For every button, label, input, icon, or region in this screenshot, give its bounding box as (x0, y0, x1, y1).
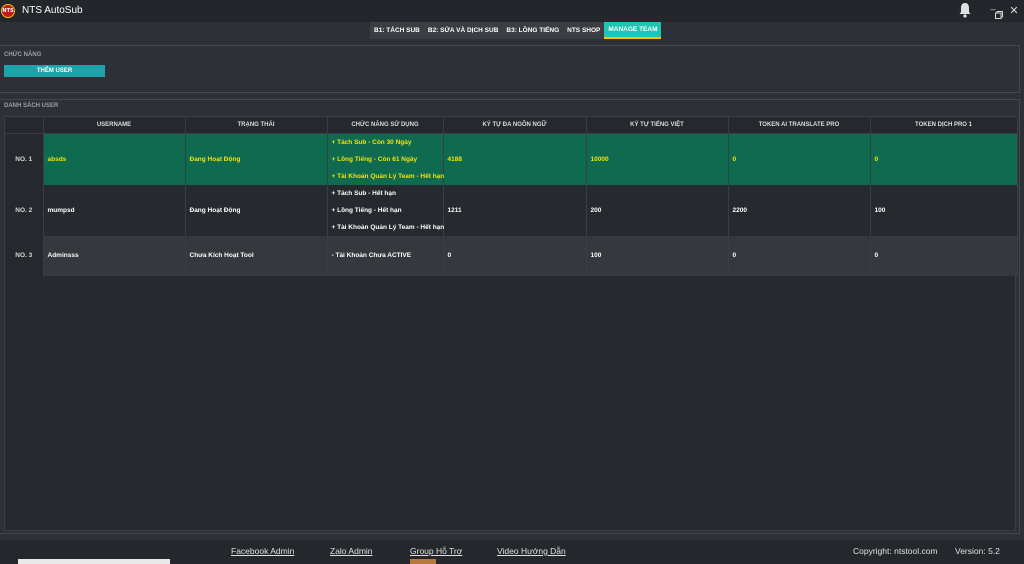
header-pro1-token[interactable]: TOKEN DỊCH PRO 1 (870, 117, 1018, 134)
user-table-container: USERNAME TRẠNG THÁI CHỨC NĂNG SỬ DỤNG KÝ… (4, 116, 1018, 531)
row-number: NO. 3 (5, 235, 44, 276)
facebook-admin-link[interactable]: Facebook Admin (231, 546, 294, 556)
bell-icon[interactable] (957, 2, 973, 18)
status-cell[interactable]: Chưa Kích Hoạt Tool (185, 235, 328, 276)
table-row[interactable]: NO. 1 absds Đang Hoạt Động + Tách Sub - … (5, 133, 1018, 185)
app-window: NTS NTS AutoSub – ✕ B1: TÁCH SUB B2: SỬA… (0, 0, 1024, 564)
tab-nts-shop[interactable]: NTS SHOP (563, 22, 604, 39)
header-vietnamese-chars[interactable]: KÝ TỰ TIẾNG VIỆT (586, 117, 729, 134)
tab-bar: B1: TÁCH SUB B2: SỬA VÀ DỊCH SUB B3: LỒN… (370, 22, 662, 39)
username-cell[interactable]: Adminsss (43, 235, 186, 276)
status-cell[interactable]: Đang Hoạt Động (185, 184, 328, 236)
tab-long-tieng[interactable]: B3: LỒNG TIẾNG (502, 22, 563, 39)
vietnamese-chars-cell[interactable]: 100 (586, 235, 729, 276)
multilang-chars-cell[interactable]: 4188 (443, 133, 587, 185)
header-features[interactable]: CHỨC NĂNG SỬ DỤNG (327, 117, 444, 134)
feature-line: + Lồng Tiếng - Còn 61 Ngày (331, 155, 418, 163)
features-cell[interactable]: + Tách Sub - Còn 30 Ngày + Lồng Tiếng - … (327, 133, 445, 185)
pro1-token-cell[interactable]: 0 (870, 133, 1018, 185)
version-text: Version: 5.2 (955, 546, 1000, 556)
zalo-admin-link[interactable]: Zalo Admin (330, 546, 373, 556)
header-status[interactable]: TRẠNG THÁI (185, 117, 328, 134)
close-icon[interactable]: ✕ (1009, 4, 1019, 20)
pro1-token-cell[interactable]: 100 (870, 184, 1018, 236)
feature-line: + Tài Khoản Quản Lý Team - Hết hạn (331, 223, 445, 231)
table-row[interactable]: NO. 2 mumpsd Đang Hoạt Động + Tách Sub -… (5, 184, 1018, 236)
app-logo: NTS (1, 4, 15, 18)
app-title: NTS AutoSub (22, 5, 83, 16)
footer-preview-strip (410, 559, 436, 564)
status-cell[interactable]: Đang Hoạt Động (185, 133, 328, 185)
header-username[interactable]: USERNAME (43, 117, 186, 134)
tab-sua-dich-sub[interactable]: B2: SỬA VÀ DỊCH SUB (424, 22, 503, 39)
table-header-row: USERNAME TRẠNG THÁI CHỨC NĂNG SỬ DỤNG KÝ… (5, 117, 1018, 134)
add-user-button[interactable]: THÊM USER (4, 65, 105, 77)
user-list-section-label: DANH SÁCH USER (4, 103, 59, 109)
header-row-number (5, 117, 44, 134)
ai-token-cell[interactable]: 0 (728, 235, 871, 276)
feature-line: - Tài Khoản Chưa ACTIVE (331, 252, 412, 259)
pro1-token-cell[interactable]: 0 (870, 235, 1018, 276)
multilang-chars-cell[interactable]: 0 (443, 235, 587, 276)
username-cell[interactable]: mumpsd (43, 184, 186, 236)
features-cell[interactable]: + Tách Sub - Hết hạn + Lồng Tiếng - Hết … (327, 184, 445, 236)
username-cell[interactable]: absds (43, 133, 186, 185)
functions-panel (0, 45, 1020, 93)
header-ai-translate-token[interactable]: TOKEN AI TRANSLATE PRO (728, 117, 871, 134)
vietnamese-chars-cell[interactable]: 200 (586, 184, 729, 236)
multilang-chars-cell[interactable]: 1211 (443, 184, 587, 236)
table-row[interactable]: NO. 3 Adminsss Chưa Kích Hoạt Tool - Tài… (5, 235, 1018, 276)
vietnamese-chars-cell[interactable]: 10000 (586, 133, 729, 185)
feature-line: + Tài Khoản Quản Lý Team - Hết hạn (331, 172, 445, 180)
ai-token-cell[interactable]: 0 (728, 133, 871, 185)
functions-section-label: CHỨC NĂNG (4, 52, 42, 58)
title-bar: NTS NTS AutoSub – ✕ (0, 0, 1024, 22)
row-number: NO. 1 (5, 133, 44, 185)
feature-line: + Lồng Tiếng - Hết hạn (331, 206, 402, 214)
row-number: NO. 2 (5, 184, 44, 236)
tutorial-video-link[interactable]: Video Hướng Dẫn (497, 546, 566, 556)
tab-manage-team[interactable]: MANAGE TEAM (604, 22, 662, 39)
tab-tach-sub[interactable]: B1: TÁCH SUB (370, 22, 424, 39)
maximize-icon[interactable] (994, 6, 1004, 22)
header-multilang-chars[interactable]: KÝ TỰ ĐA NGÔN NGỮ (443, 117, 587, 134)
copyright-text: Copyright: ntstool.com (853, 546, 938, 556)
feature-line: + Tách Sub - Còn 30 Ngày (331, 138, 412, 146)
features-cell[interactable]: - Tài Khoản Chưa ACTIVE (327, 235, 444, 276)
support-group-link[interactable]: Group Hỗ Trợ (410, 546, 462, 556)
ai-token-cell[interactable]: 2200 (728, 184, 871, 236)
feature-line: + Tách Sub - Hết hạn (331, 189, 396, 197)
footer-preview-strip (18, 559, 170, 564)
user-table: USERNAME TRẠNG THÁI CHỨC NĂNG SỬ DỤNG KÝ… (5, 117, 1018, 276)
